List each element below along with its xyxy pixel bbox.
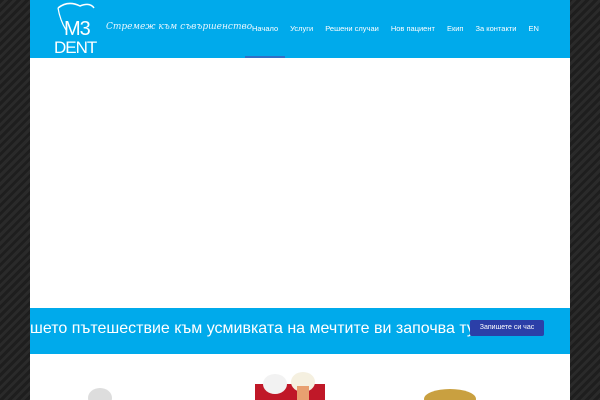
main-nav: Начало Услуги Решени случаи Нов пациент …: [252, 24, 539, 33]
nav-cases[interactable]: Решени случаи: [325, 24, 379, 33]
nav-team[interactable]: Екип: [447, 24, 464, 33]
page: M3 DENT Стремеж към съвършенство Начало …: [30, 0, 570, 400]
nav-new-patient[interactable]: Нов пациент: [391, 24, 435, 33]
nav-services[interactable]: Услуги: [290, 24, 313, 33]
header: M3 DENT Стремеж към съвършенство Начало …: [30, 0, 570, 58]
nav-language[interactable]: EN: [528, 24, 538, 33]
cta-banner: шето пътешествие към усмивката на мечтит…: [30, 308, 570, 354]
active-nav-indicator: [245, 56, 285, 58]
tagline: Стремеж към съвършенство: [106, 22, 253, 32]
crown-image-icon: [88, 388, 112, 400]
nav-contacts[interactable]: За контакти: [475, 24, 516, 33]
banner-text: шето пътешествие към усмивката на мечтит…: [30, 320, 482, 337]
tooth-gum-image-icon: [255, 372, 325, 400]
logo-dent: DENT: [54, 38, 97, 57]
book-appointment-button[interactable]: Запишете си час: [470, 320, 544, 336]
gold-crown-image-icon: [424, 389, 476, 400]
logo[interactable]: M3 DENT: [54, 2, 100, 57]
nav-home[interactable]: Начало: [252, 24, 278, 33]
